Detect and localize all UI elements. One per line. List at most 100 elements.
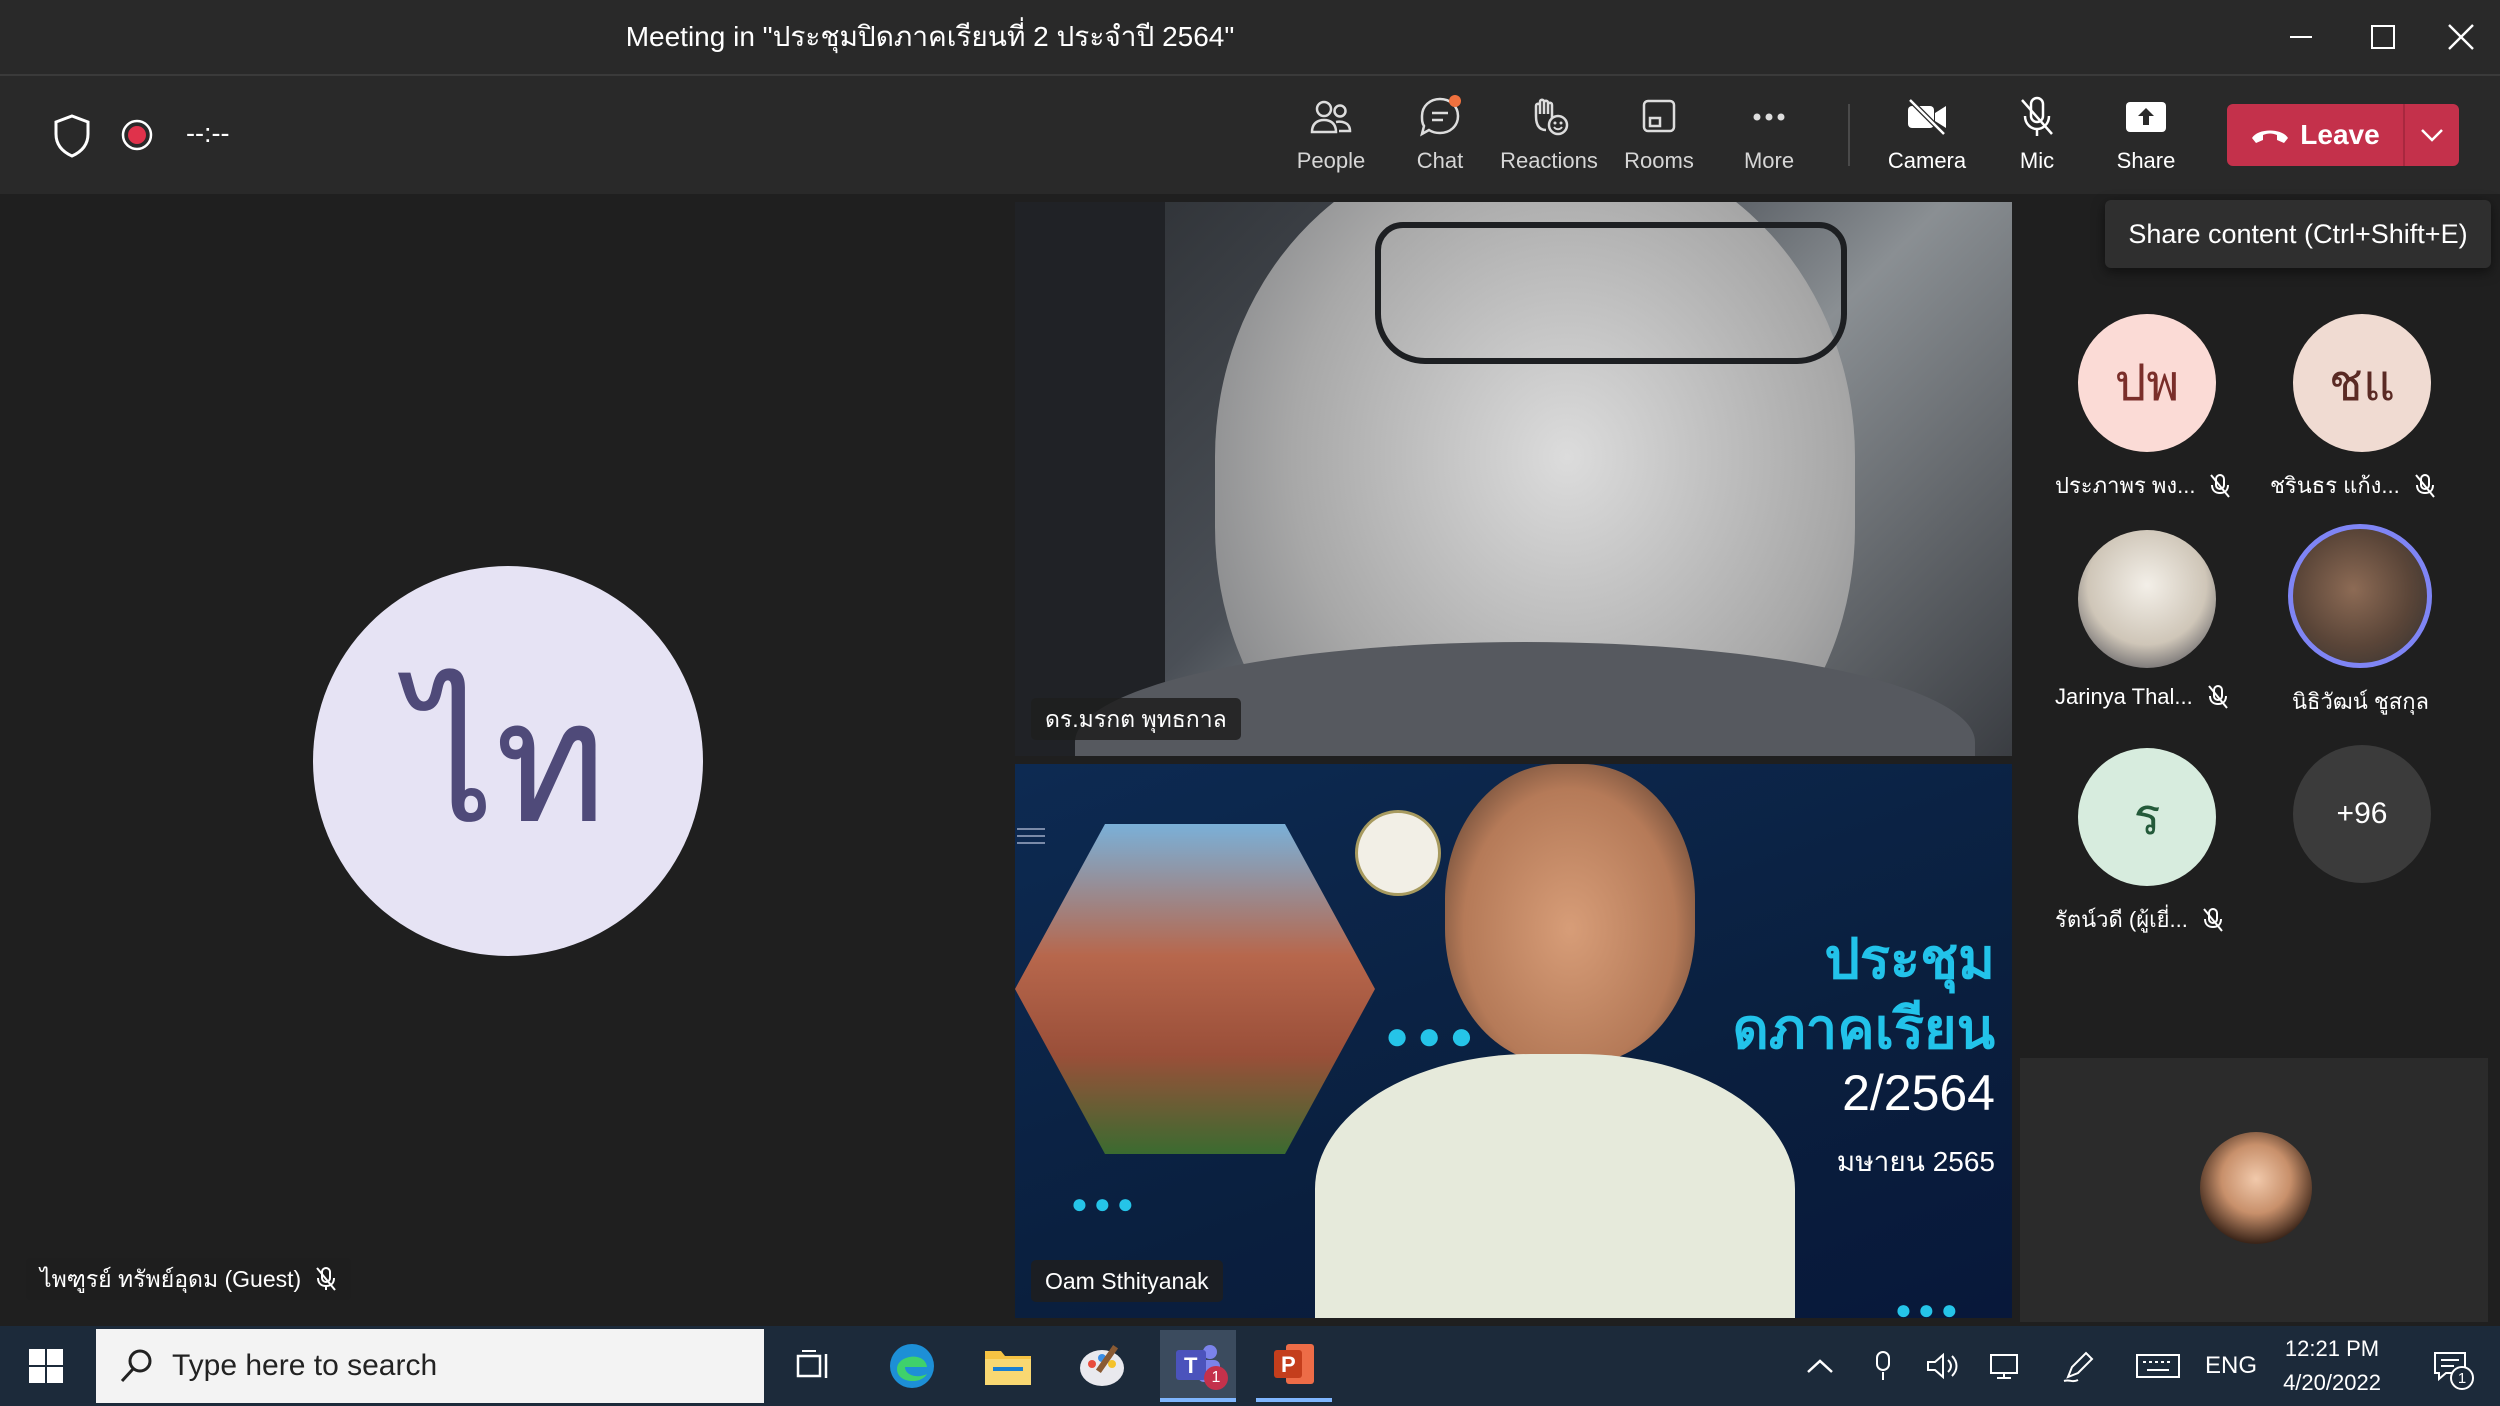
task-view-button[interactable]: [776, 1330, 852, 1402]
main-participant-name: ไพฑูรย์ ทรัพย์อุดม (Guest): [40, 1266, 302, 1292]
video-2-name: Oam Sthityanak: [1045, 1268, 1209, 1294]
teams-badge: 1: [1204, 1366, 1228, 1390]
participant-item[interactable]: รัตน์วดี (ผู้เยี่...: [2055, 902, 2224, 937]
svg-text:T: T: [1184, 1353, 1198, 1378]
participant-avatar[interactable]: ร: [2078, 748, 2216, 886]
share-tooltip: Share content (Ctrl+Shift+E): [2105, 200, 2491, 268]
mic-label: Mic: [2019, 148, 2055, 173]
minimize-icon: [2290, 36, 2312, 38]
edge-browser-button[interactable]: [874, 1330, 950, 1402]
participant-name: ประภาพร พง...: [2055, 473, 2196, 498]
main-participant-nametag: ไพฑูรย์ ทรัพย์อุดม (Guest): [26, 1258, 352, 1300]
security-shield-icon[interactable]: [52, 114, 92, 163]
meeting-timer: --:--: [186, 118, 230, 148]
slide-building-image: [1015, 824, 1375, 1154]
rooms-label: Rooms: [1624, 148, 1694, 173]
meet-now-icon[interactable]: [1860, 1330, 1906, 1402]
more-label: More: [1743, 148, 1795, 173]
search-icon: [120, 1349, 152, 1383]
show-hidden-icons-button[interactable]: [1800, 1330, 1840, 1402]
toolbar-divider: [1848, 104, 1850, 166]
rooms-icon: [1642, 99, 1676, 133]
network-button[interactable]: [1984, 1330, 2030, 1402]
start-button[interactable]: [8, 1330, 84, 1402]
self-view[interactable]: [2020, 1058, 2488, 1322]
taskbar-search[interactable]: Type here to search: [96, 1329, 764, 1403]
teams-app-button[interactable]: T 1: [1160, 1330, 1236, 1402]
mic-button[interactable]: Mic: [1982, 94, 2092, 178]
leave-button[interactable]: Leave: [2227, 104, 2459, 166]
chevron-down-icon: [2421, 129, 2443, 142]
volume-button[interactable]: [1920, 1330, 1966, 1402]
powerpoint-app-button[interactable]: P: [1256, 1330, 1332, 1402]
window-title: Meeting in "ประชุมปิดภาคเรียนที่ 2 ประจำ…: [625, 21, 1235, 52]
touch-keyboard-button[interactable]: [2130, 1330, 2186, 1402]
mic-off-icon: [2021, 96, 2053, 136]
participant-item[interactable]: ประภาพร พง...: [2055, 468, 2231, 503]
video-tile-1[interactable]: ดร.มรกต พุทธกาล: [1015, 202, 2012, 756]
share-button[interactable]: Share: [2091, 94, 2201, 178]
clock-date: 4/20/2022: [2283, 1370, 2381, 1395]
video-1-name: ดร.มรกต พุทธกาล: [1045, 706, 1227, 732]
chat-label: Chat: [1416, 148, 1464, 173]
self-avatar: [2200, 1132, 2312, 1244]
video-tile-2[interactable]: ●●● ●●● ●●● ประชุม ดภาคเรียน 2/2564 มษาย…: [1015, 764, 2012, 1318]
more-icon: [1753, 113, 1785, 121]
leave-label: Leave: [2300, 119, 2380, 150]
reactions-label: Reactions: [1500, 148, 1598, 173]
participant-avatar[interactable]: ชแ: [2293, 314, 2431, 452]
mic-off-icon: [316, 1267, 336, 1291]
participant-avatar[interactable]: ปพ: [2078, 314, 2216, 452]
slide-dots-icon: ●●●: [1385, 1014, 1482, 1058]
camera-label: Camera: [1887, 148, 1967, 173]
notification-badge: 1: [2450, 1366, 2474, 1390]
hang-up-icon: [2252, 130, 2289, 143]
windows-logo-icon: [29, 1349, 63, 1383]
recording-icon: [120, 118, 154, 157]
keyboard-icon: [2136, 1354, 2180, 1378]
reactions-button[interactable]: Reactions: [1494, 94, 1604, 178]
pen-workspace-button[interactable]: [2056, 1330, 2102, 1402]
svg-text:P: P: [1281, 1352, 1296, 1377]
file-explorer-button[interactable]: [970, 1330, 1046, 1402]
taskbar-clock[interactable]: 12:21 PM 4/20/2022: [2270, 1330, 2394, 1402]
edge-icon: [890, 1344, 934, 1388]
participant-name: รัตน์วดี (ผู้เยี่...: [2055, 907, 2188, 932]
input-language-button[interactable]: ENG: [2196, 1330, 2266, 1402]
video-1-nametag: ดร.มรกต พุทธกาล: [1031, 698, 1241, 740]
participant-item[interactable]: Jarinya Thal...: [2055, 684, 2229, 710]
mic-off-icon: [2414, 473, 2435, 498]
pen-icon: [2063, 1351, 2094, 1383]
more-participants-button[interactable]: +96: [2293, 745, 2431, 883]
person-face: [1445, 764, 1695, 1064]
powerpoint-icon: P: [1274, 1344, 1314, 1384]
main-participant-avatar: ไท: [313, 566, 703, 956]
chat-button[interactable]: Chat: [1385, 94, 1495, 178]
leave-main[interactable]: Leave: [2227, 104, 2403, 166]
paint-app-button[interactable]: [1064, 1330, 1140, 1402]
camera-button[interactable]: Camera: [1872, 94, 1982, 178]
glasses: [1375, 222, 1847, 364]
minimize-button[interactable]: [2262, 0, 2340, 74]
participant-photo-avatar[interactable]: [2078, 530, 2216, 668]
participant-item[interactable]: นิธิวัฒน์ ชูสกุล: [2292, 684, 2429, 719]
close-button[interactable]: [2422, 0, 2500, 74]
close-icon: [2448, 24, 2474, 50]
maximize-icon: [2371, 25, 2395, 49]
action-center-button[interactable]: 1: [2420, 1330, 2480, 1402]
rooms-button[interactable]: Rooms: [1604, 94, 1714, 178]
slide-dots-icon: ●●●: [1071, 1188, 1140, 1219]
person-shirt: [1315, 1054, 1795, 1318]
network-icon: [1990, 1354, 2018, 1379]
more-button[interactable]: More: [1714, 94, 1824, 178]
participant-item[interactable]: ชรินธร แก้ง...: [2270, 468, 2436, 503]
maximize-button[interactable]: [2344, 0, 2422, 74]
participant-photo-avatar-speaking[interactable]: [2288, 524, 2432, 668]
task-view-icon: [796, 1350, 828, 1378]
share-icon: [2126, 102, 2166, 132]
leave-options-button[interactable]: [2405, 104, 2459, 166]
people-button[interactable]: People: [1276, 94, 1386, 178]
university-logo: [1355, 810, 1441, 896]
chat-icon: [1420, 95, 1461, 137]
clock-time: 12:21 PM: [2284, 1336, 2380, 1361]
